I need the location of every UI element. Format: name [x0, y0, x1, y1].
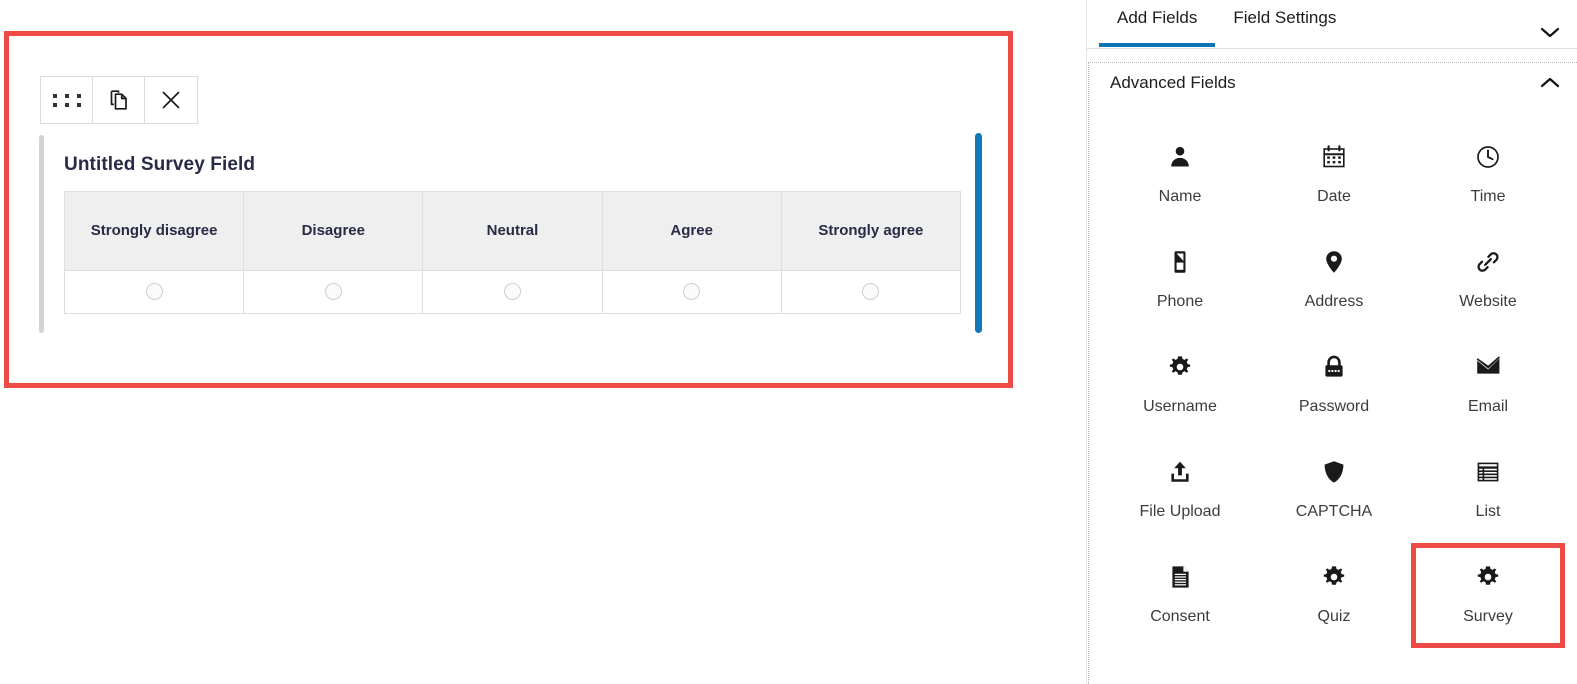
radio-button[interactable]: [683, 283, 701, 301]
survey-matrix-table: Strongly disagree Disagree Neutral Agree…: [63, 191, 962, 314]
field-tile-website[interactable]: Website: [1411, 228, 1565, 333]
person-icon: [1167, 141, 1193, 173]
document-icon: [1168, 561, 1192, 593]
field-tile-label: Consent: [1150, 608, 1210, 625]
panel-tab-bar: Add Fields Field Settings: [1087, 0, 1577, 49]
survey-field-card[interactable]: Untitled Survey Field Strongly disagree …: [9, 36, 1008, 383]
field-tile-label: Quiz: [1317, 608, 1351, 625]
field-tile-list[interactable]: List: [1411, 438, 1565, 543]
field-tile-label: Time: [1470, 188, 1506, 205]
survey-option-cell[interactable]: [243, 270, 424, 314]
field-tile-label: File Upload: [1139, 503, 1221, 520]
field-tile-label: CAPTCHA: [1295, 503, 1373, 520]
duplicate-field-button[interactable]: [93, 77, 145, 123]
advanced-fields-header[interactable]: Advanced Fields: [1089, 63, 1577, 103]
survey-option-cell[interactable]: [63, 270, 245, 314]
duplicate-icon: [107, 88, 131, 112]
field-tile-label: Name: [1158, 188, 1202, 205]
lock-icon: [1321, 351, 1347, 383]
drag-handle-button[interactable]: [41, 77, 93, 123]
link-chain-icon: [1475, 246, 1501, 278]
field-tile-date[interactable]: Date: [1257, 123, 1411, 228]
field-tile-name[interactable]: Name: [1103, 123, 1257, 228]
survey-option-cell[interactable]: [601, 270, 782, 314]
survey-option-row: [63, 270, 962, 314]
shield-icon: [1321, 456, 1347, 488]
mobile-phone-icon: [1167, 246, 1193, 278]
tab-add-fields[interactable]: Add Fields: [1099, 0, 1216, 47]
field-tile-time[interactable]: Time: [1411, 123, 1565, 228]
envelope-icon: [1474, 351, 1502, 383]
field-tile-consent[interactable]: Consent: [1103, 543, 1257, 648]
form-builder-canvas: Untitled Survey Field Strongly disagree …: [0, 0, 1086, 684]
survey-column-header: Neutral: [422, 191, 603, 271]
list-table-icon: [1475, 456, 1501, 488]
field-tile-label: Password: [1298, 398, 1370, 415]
advanced-fields-title: Advanced Fields: [1110, 73, 1236, 92]
clock-icon: [1475, 141, 1501, 173]
field-title[interactable]: Untitled Survey Field: [64, 154, 255, 176]
chevron-down-icon: [1539, 25, 1561, 39]
survey-column-header: Disagree: [243, 191, 424, 271]
gear-icon: [1167, 351, 1193, 383]
survey-column-header: Strongly disagree: [63, 191, 245, 271]
field-tile-password[interactable]: Password: [1257, 333, 1411, 438]
radio-button[interactable]: [145, 283, 163, 301]
selected-field-highlight: Untitled Survey Field Strongly disagree …: [4, 31, 1013, 388]
survey-header-row: Strongly disagree Disagree Neutral Agree…: [63, 191, 962, 271]
field-tile-label: Address: [1304, 293, 1364, 310]
field-tile-label: Date: [1317, 188, 1351, 205]
gear-icon: [1475, 561, 1501, 593]
calendar-icon: [1321, 141, 1347, 173]
field-tile-label: Email: [1467, 398, 1508, 415]
field-tile-username[interactable]: Username: [1103, 333, 1257, 438]
survey-option-cell[interactable]: [422, 270, 603, 314]
field-tile-label: Website: [1459, 293, 1517, 310]
field-toolbar: [40, 76, 198, 124]
survey-column-header: Strongly agree: [780, 191, 962, 271]
tab-field-settings[interactable]: Field Settings: [1215, 0, 1354, 47]
field-tile-address[interactable]: Address: [1257, 228, 1411, 333]
upload-icon: [1167, 456, 1193, 488]
survey-option-cell[interactable]: [780, 270, 962, 314]
radio-button[interactable]: [862, 283, 880, 301]
field-tile-label: Survey: [1463, 608, 1513, 625]
field-tile-label: List: [1475, 503, 1501, 520]
field-tile-email[interactable]: Email: [1411, 333, 1565, 438]
field-tile-captcha[interactable]: CAPTCHA: [1257, 438, 1411, 543]
field-tile-label: Phone: [1156, 293, 1204, 310]
panel-collapse-button[interactable]: [1537, 22, 1563, 42]
field-tile-label: Username: [1143, 398, 1217, 415]
chevron-up-icon[interactable]: [1537, 74, 1563, 92]
advanced-fields-grid: Name Date Time Phone Address Website Use…: [1103, 123, 1565, 648]
map-pin-icon: [1321, 246, 1347, 278]
advanced-fields-section: Advanced Fields Name Date Time Phone Add…: [1088, 62, 1577, 684]
fields-panel: Add Fields Field Settings Advanced Field…: [1086, 0, 1577, 684]
field-tile-survey[interactable]: Survey: [1411, 543, 1565, 648]
field-tile-quiz[interactable]: Quiz: [1257, 543, 1411, 648]
drag-handle-icon: [52, 93, 81, 107]
gear-icon: [1321, 561, 1347, 593]
delete-field-button[interactable]: [145, 77, 197, 123]
radio-button[interactable]: [324, 283, 342, 301]
field-tile-phone[interactable]: Phone: [1103, 228, 1257, 333]
radio-button[interactable]: [503, 283, 521, 301]
field-tile-file-upload[interactable]: File Upload: [1103, 438, 1257, 543]
field-left-accent-bar: [39, 135, 44, 333]
field-right-accent-bar: [975, 133, 982, 333]
close-icon: [159, 88, 183, 112]
survey-column-header: Agree: [601, 191, 782, 271]
